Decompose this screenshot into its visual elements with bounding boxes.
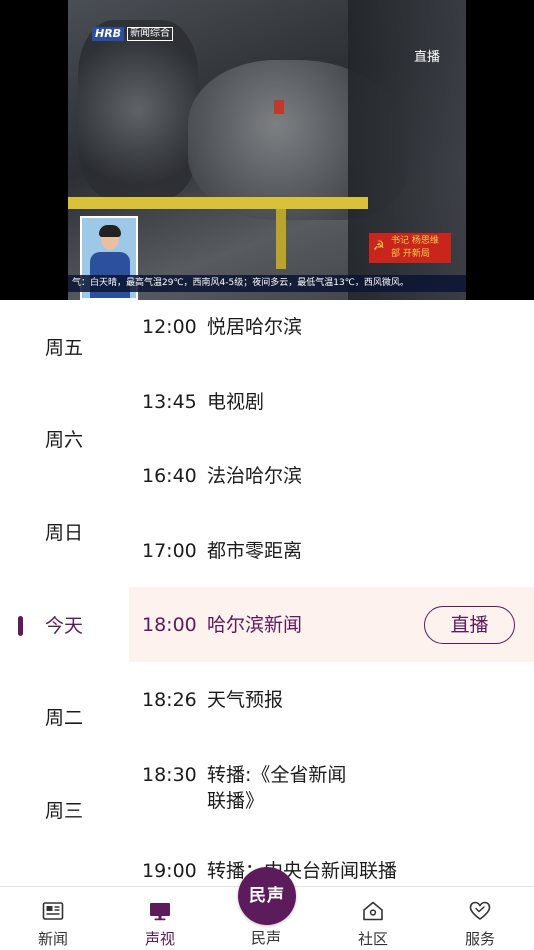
program-row[interactable]: 12:00 悦居哈尔滨 xyxy=(129,300,534,375)
program-title: 法治哈尔滨 xyxy=(207,465,303,487)
day-item[interactable]: 周二 xyxy=(0,698,129,738)
program-list[interactable]: 12:00 悦居哈尔滨 13:45 电视剧 16:40 法治哈尔滨 17:00 … xyxy=(129,300,534,886)
program-time: 13:45 xyxy=(142,391,197,413)
program-title: 哈尔滨新闻 xyxy=(207,614,303,636)
program-time: 19:00 xyxy=(142,860,197,882)
channel-logo: HRB 新闻综合 xyxy=(92,27,174,41)
program-title: 天气预报 xyxy=(207,689,284,711)
program-title: 悦居哈尔滨 xyxy=(207,316,303,338)
program-title: 转播:《全省新闻联播》 xyxy=(207,764,347,812)
live-badge: 直播 xyxy=(414,50,441,65)
tab-video[interactable]: 声视 xyxy=(120,887,200,950)
tab-news[interactable]: 新闻 xyxy=(13,887,93,950)
program-row[interactable]: 13:45 电视剧 xyxy=(129,375,534,450)
program-time: 18:00 xyxy=(142,614,197,636)
program-title: 电视剧 xyxy=(207,391,265,413)
program-row[interactable]: 18:26 天气预报 xyxy=(129,675,534,750)
home-icon xyxy=(363,901,383,921)
tab-minsheng-label: 民声 xyxy=(250,929,281,947)
program-row[interactable]: 16:40 法治哈尔滨 xyxy=(129,450,534,525)
day-selector: 周五 周六 周日 今天 周二 周三 xyxy=(0,300,129,886)
video-player[interactable]: HRB 新闻综合 直播 ☭ 书记 杨思维 部 开新局 气：白天晴，最高气温29℃… xyxy=(0,0,534,300)
active-day-indicator xyxy=(18,616,23,636)
program-time: 18:26 xyxy=(142,689,197,711)
program-time: 12:00 xyxy=(142,316,197,338)
news-ticker: 气：白天晴，最高气温29℃，西南风4-5级；夜间多云，最低气温13℃，西风微风。 xyxy=(68,275,466,292)
program-time: 17:00 xyxy=(142,540,197,562)
program-row[interactable]: 18:30 转播:《全省新闻联播》 xyxy=(129,750,534,850)
party-banner: ☭ 书记 杨思维 部 开新局 xyxy=(369,233,451,263)
program-time: 18:30 xyxy=(142,764,197,786)
day-item-today[interactable]: 今天 xyxy=(0,606,129,646)
day-item[interactable]: 周日 xyxy=(0,513,129,553)
program-row-current[interactable]: 18:00 哈尔滨新闻 直播 xyxy=(129,587,534,662)
day-item[interactable]: 周六 xyxy=(0,420,129,460)
program-row[interactable]: 19:00 转播：中央台新闻联播 xyxy=(129,848,534,886)
day-item[interactable]: 周三 xyxy=(0,791,129,831)
newspaper-icon xyxy=(42,902,64,920)
day-item[interactable]: 周五 xyxy=(0,328,129,368)
party-emblem-icon: ☭ xyxy=(373,239,385,254)
program-title: 都市零距离 xyxy=(207,540,303,562)
tv-icon xyxy=(150,903,170,921)
minsheng-center-button[interactable]: 民声 xyxy=(238,867,296,925)
live-button[interactable]: 直播 xyxy=(424,606,515,644)
heart-icon xyxy=(469,901,491,920)
tab-service[interactable]: 服务 xyxy=(440,887,520,950)
program-time: 16:40 xyxy=(142,465,197,487)
channel-name: 新闻综合 xyxy=(127,27,174,41)
tab-community[interactable]: 社区 xyxy=(333,887,413,950)
